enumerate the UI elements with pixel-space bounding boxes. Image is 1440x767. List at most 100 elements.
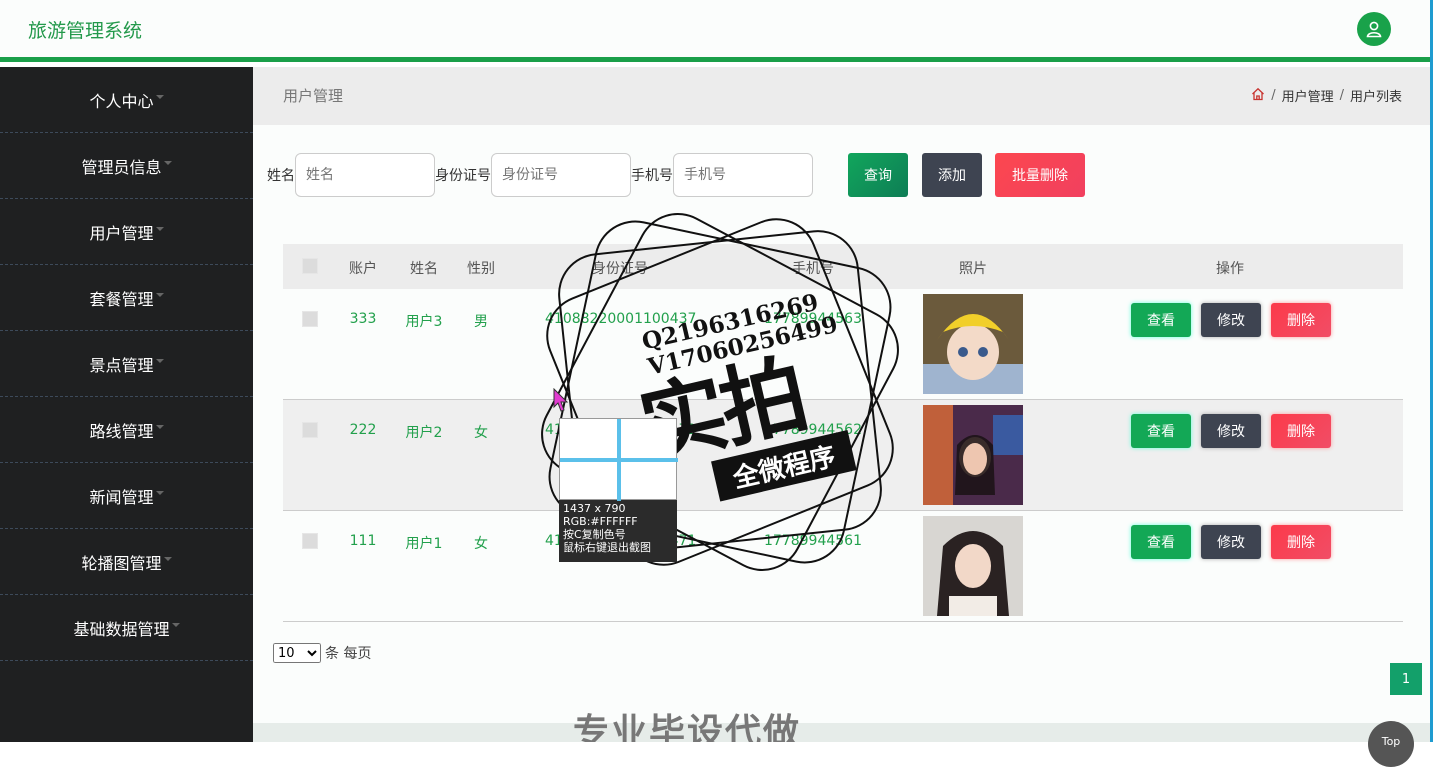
picker-size: 1437 x 790 [563,502,626,515]
edit-button[interactable]: 修改 [1201,525,1261,559]
column-header-name[interactable]: 姓名 [404,258,444,278]
caret-down-icon [155,226,164,231]
cell-gender: 女 [474,536,488,552]
cell-name: 用户1 [405,536,443,552]
sidebar-item-label: 套餐管理 [89,289,154,309]
view-button[interactable]: 查看 [1131,525,1191,559]
sidebar-item-label: 基础数据管理 [73,619,170,639]
cell-gender: 女 [474,425,488,441]
header-bar: 用户管理 / 用户管理 / 用户列表 [253,67,1430,125]
user-table: 账户 姓名 性别 身份证号 手机号 照片 操作 333 用户3 男 410882… [283,244,1403,622]
page-size-control: 10 条 每页 [273,643,371,663]
sidebar-item-news[interactable]: 新闻管理 [0,463,253,529]
column-header-id-number[interactable]: 身份证号 [580,258,660,278]
add-button[interactable]: 添加 [922,153,982,197]
select-all-checkbox[interactable] [302,258,318,274]
cell-account: 111 [349,533,377,549]
color-picker-tooltip: 1437 x 790 RGB:#FFFFFF 按C复制色号 鼠标右键退出截图 [559,418,678,562]
sidebar-item-routes[interactable]: 路线管理 [0,397,253,463]
sidebar-item-label: 用户管理 [89,223,154,243]
sidebar-item-label: 路线管理 [89,421,154,441]
sidebar: 个人中心 管理员信息 用户管理 套餐管理 景点管理 路线管理 新闻管理 轮播图管… [0,67,253,742]
cell-name: 用户2 [405,425,443,441]
magnifier-crosshair-icon [559,418,678,501]
sidebar-item-label: 新闻管理 [89,487,154,507]
user-photo [923,516,1023,616]
sidebar-item-packages[interactable]: 套餐管理 [0,265,253,331]
row-checkbox[interactable] [302,422,318,438]
batch-delete-button[interactable]: 批量删除 [995,153,1085,197]
caret-down-icon [155,358,164,363]
cell-name: 用户3 [405,314,443,330]
table-row: 222 用户2 女 41088220001100472 17789944562 … [283,400,1403,511]
page-title: 用户管理 [283,87,344,105]
phone-label: 手机号 [631,168,673,184]
table-row: 111 用户1 女 41088220001100471 17789944561 … [283,511,1403,622]
back-to-top-button[interactable]: Top [1368,721,1414,767]
picker-rgb: RGB:#FFFFFF [563,515,638,528]
table-row: 333 用户3 男 41088220001100437 17789944563 … [283,289,1403,400]
column-header-gender[interactable]: 性别 [461,258,501,278]
sidebar-item-base-data[interactable]: 基础数据管理 [0,595,253,661]
sidebar-item-attractions[interactable]: 景点管理 [0,331,253,397]
edit-button[interactable]: 修改 [1201,303,1261,337]
window-scrollbar[interactable] [1430,0,1440,742]
user-avatar-icon[interactable] [1357,12,1391,46]
column-header-actions: 操作 [1216,261,1244,277]
column-header-account[interactable]: 账户 [343,258,383,278]
edit-button[interactable]: 修改 [1201,414,1261,448]
phone-input[interactable] [673,153,813,197]
per-page-label: 条 每页 [325,646,372,662]
app-title: 旅游管理系统 [28,20,143,42]
breadcrumb-item-users[interactable]: 用户管理 [1282,86,1334,105]
row-checkbox[interactable] [302,533,318,549]
delete-button[interactable]: 删除 [1271,414,1331,448]
user-photo [923,405,1023,505]
view-button[interactable]: 查看 [1131,414,1191,448]
caret-down-icon [163,160,172,165]
row-checkbox[interactable] [302,311,318,327]
query-button[interactable]: 查询 [848,153,908,197]
column-header-photo: 照片 [959,261,987,277]
cell-phone: 17789944561 [764,533,862,549]
page-number-button[interactable]: 1 [1390,663,1422,695]
delete-button[interactable]: 删除 [1271,525,1331,559]
breadcrumb-item-user-list: 用户列表 [1349,90,1402,105]
column-header-phone[interactable]: 手机号 [778,258,848,278]
caret-down-icon [171,622,180,627]
sidebar-item-label: 管理员信息 [81,157,162,177]
view-button[interactable]: 查看 [1131,303,1191,337]
search-form: 姓名 身份证号 手机号 查询 添加 批量删除 [267,153,1085,197]
mouse-cursor-icon [553,387,569,418]
cell-id-number: 41088220001100437 [545,311,697,327]
id-number-label: 身份证号 [435,168,491,184]
user-photo [923,294,1023,394]
footer [253,723,1430,742]
caret-down-icon [155,292,164,297]
sidebar-item-users[interactable]: 用户管理 [0,199,253,265]
caret-down-icon [163,556,172,561]
sidebar-item-carousel[interactable]: 轮播图管理 [0,529,253,595]
sidebar-item-profile[interactable]: 个人中心 [0,67,253,133]
id-number-input[interactable] [491,153,631,197]
delete-button[interactable]: 删除 [1271,303,1331,337]
sidebar-item-label: 景点管理 [89,355,154,375]
caret-down-icon [155,94,164,99]
breadcrumb: / 用户管理 / 用户列表 [1251,86,1402,105]
sidebar-item-label: 轮播图管理 [81,553,162,573]
cell-phone: 17789944562 [764,422,862,438]
sidebar-item-admin[interactable]: 管理员信息 [0,133,253,199]
top-bar: 旅游管理系统 [0,0,1440,62]
cell-account: 333 [349,311,377,327]
cell-account: 222 [349,422,377,438]
cell-gender: 男 [474,314,488,330]
table-header: 账户 姓名 性别 身份证号 手机号 照片 操作 [283,244,1403,289]
home-icon[interactable] [1251,87,1265,105]
sidebar-item-label: 个人中心 [89,91,154,111]
caret-down-icon [155,490,164,495]
name-input[interactable] [295,153,435,197]
caret-down-icon [155,424,164,429]
name-label: 姓名 [267,168,295,184]
page-size-select[interactable]: 10 [273,643,321,663]
picker-hint-copy: 按C复制色号 [563,528,626,541]
